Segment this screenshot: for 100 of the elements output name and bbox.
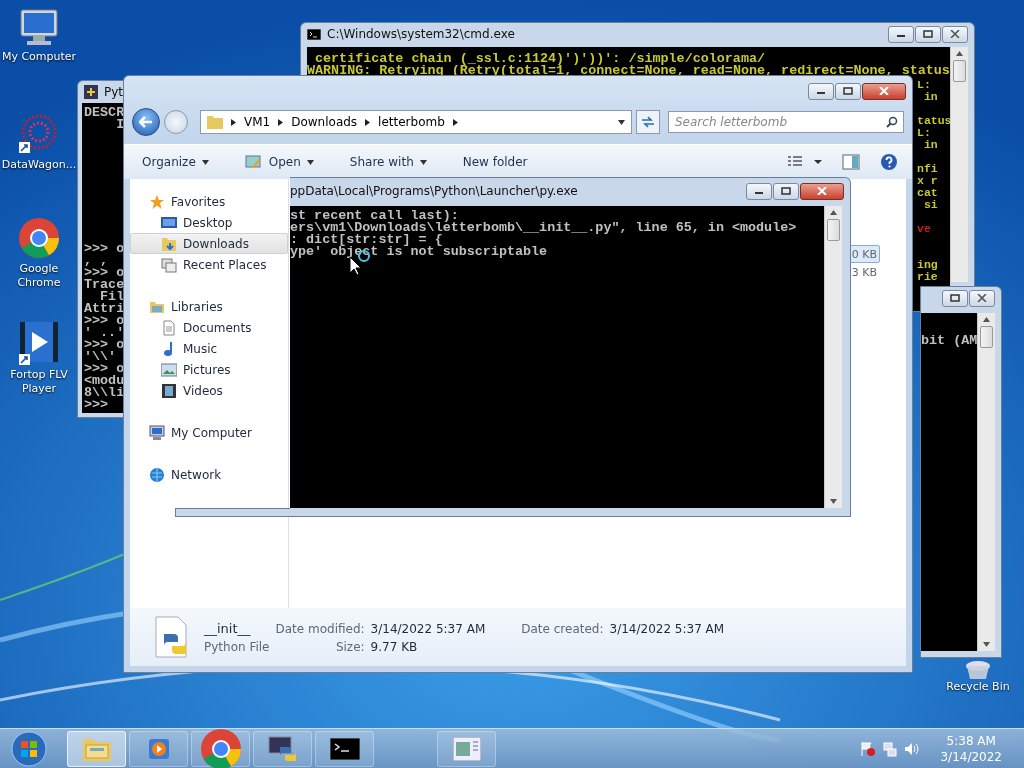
scroll-thumb[interactable] [953,60,966,82]
chevron-icon[interactable] [231,118,236,126]
minimize-button[interactable] [888,25,914,43]
console-line: <modu [84,375,126,387]
maximize-button[interactable] [773,182,799,200]
nav-item[interactable]: Music [130,338,288,359]
maximize-button[interactable] [942,289,968,307]
desktop-icon-label[interactable]: Google Chrome [0,262,78,290]
console-line: >>> [84,399,110,411]
console-line: Trace [84,279,126,291]
console-line: in [922,139,939,151]
chrome-icon [17,216,61,260]
close-button[interactable] [800,182,844,200]
close-button[interactable] [969,289,995,307]
flag-icon[interactable] [860,741,877,757]
minimize-button[interactable] [808,82,834,100]
scrollbar[interactable] [950,47,968,282]
close-icon [817,187,827,195]
maximize-button[interactable] [835,82,861,100]
maximize-icon [950,294,960,302]
nav-item[interactable]: Downloads [130,233,288,254]
python-icon [84,85,98,99]
view-options-icon[interactable] [788,155,822,169]
close-button[interactable] [942,25,968,43]
recycle-bin-icon [963,660,993,680]
file-type: Python File [204,639,270,654]
window-title: ppData\Local\Programs\Python\Launcher\py.exe [290,184,579,198]
nav-item[interactable]: Pictures [130,359,288,380]
scroll-down-icon[interactable] [830,499,837,504]
desktop-icon-label[interactable]: DataWagon... [1,158,77,172]
film-icon [161,382,177,399]
back-arrow-icon [139,116,153,128]
nav-item[interactable]: Documents [130,317,288,338]
desktop-icon-label[interactable]: My Computer [1,50,77,64]
chevron-icon[interactable] [452,118,458,126]
console-line: certificate chain (_ssl.c:1124)')'))': /simple/colorama/ [315,53,765,65]
breadcrumb-item[interactable]: Downloads [291,115,358,129]
close-button[interactable] [862,82,906,100]
organize-menu[interactable]: Organize [138,153,213,171]
new-folder-button[interactable]: New folder [458,153,532,171]
maximize-button[interactable] [915,25,941,43]
scroll-thumb[interactable] [827,219,840,241]
caret-icon [306,159,314,165]
share-with-menu[interactable]: Share with [345,153,431,171]
console-line: DESCR [84,107,126,119]
star-icon [149,193,165,210]
recent-places-icon [161,256,177,273]
nav-item[interactable]: Videos [130,380,288,401]
nav-item[interactable]: Libraries [130,296,288,317]
scroll-up-icon[interactable] [983,317,990,322]
back-button[interactable] [132,108,160,136]
breadcrumb-item[interactable]: VM1 [244,115,271,129]
chevron-icon[interactable] [365,118,371,126]
volume-icon[interactable] [904,741,921,757]
open-menu[interactable]: Open [240,152,318,172]
window-title: Pyt [104,85,125,99]
console-line: in [922,91,939,103]
network-icon [149,466,165,483]
desktop-icon-label[interactable]: Recycle Bin [946,680,1010,693]
nav-item[interactable]: Recent Places [130,254,288,275]
scrollbar[interactable] [977,313,995,651]
python-icon [267,735,298,763]
console-line: bit (AM [921,335,977,347]
scroll-thumb[interactable] [980,326,993,348]
console-line: cat [917,187,939,199]
console-line: L: [917,127,932,139]
search-field[interactable]: Search letterbomb [668,111,904,133]
file-size-cell[interactable]: 3 KB [848,263,880,281]
taskbar-button[interactable] [315,731,374,767]
start-button[interactable] [8,730,50,768]
nav-item[interactable]: My Computer [130,422,288,443]
scroll-down-icon[interactable] [983,642,990,647]
breadcrumb-item[interactable]: letterbomb [378,115,445,129]
download-folder-icon [161,235,177,252]
refresh-button[interactable] [636,110,660,134]
console-line: , , [84,255,110,267]
address-bar[interactable]: VM1 Downloads letterbomb [200,110,632,134]
help-icon[interactable] [880,153,898,171]
scrollbar[interactable] [824,206,842,508]
preview-pane-icon[interactable] [842,154,860,170]
terminal-icon [307,28,321,40]
network-icon[interactable] [882,741,899,757]
terminal-icon [329,738,360,760]
python-file-icon [154,616,190,658]
desktop-icon-label[interactable]: Fortop FLV Player [0,368,78,396]
scroll-up-icon[interactable] [956,51,963,56]
caret-icon [201,159,209,165]
caret-icon [618,119,625,125]
detail-label: Date created: [521,621,604,636]
close-icon [879,87,889,95]
console-line: Fil [100,291,126,303]
minimize-button[interactable] [746,182,772,200]
nav-item[interactable]: Favorites [130,191,288,212]
nav-item[interactable]: Network [130,464,288,485]
scroll-up-icon[interactable] [830,210,837,215]
maximize-icon [843,87,853,95]
taskbar-button[interactable] [253,731,312,767]
nav-item[interactable]: Desktop [130,212,288,233]
chevron-icon[interactable] [278,118,284,126]
console-line: : dict[str:str] = { [290,234,443,246]
